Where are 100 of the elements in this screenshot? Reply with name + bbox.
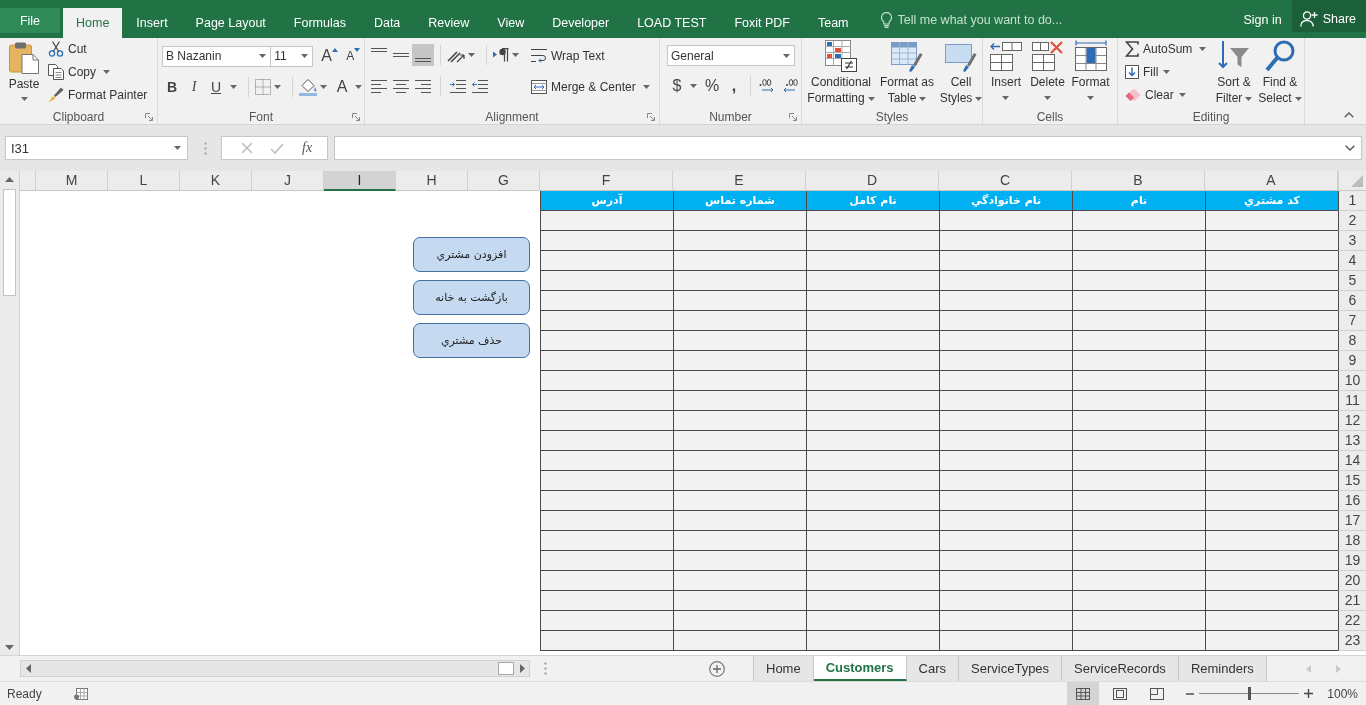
caret-icon[interactable] bbox=[512, 53, 519, 57]
caret-icon[interactable] bbox=[1044, 96, 1051, 100]
table-cell[interactable] bbox=[673, 451, 806, 471]
table-cell[interactable] bbox=[540, 391, 673, 411]
row-header[interactable]: 5 bbox=[1338, 271, 1366, 291]
table-cell[interactable] bbox=[673, 231, 806, 251]
delete-cells-button[interactable]: Delete bbox=[1026, 38, 1069, 110]
table-cell[interactable] bbox=[1205, 311, 1338, 331]
table-cell[interactable] bbox=[673, 211, 806, 231]
caret-icon[interactable] bbox=[259, 54, 267, 58]
share-button[interactable]: Share bbox=[1291, 0, 1366, 32]
row-header[interactable]: 20 bbox=[1338, 571, 1366, 591]
table-cell[interactable] bbox=[540, 411, 673, 431]
table-cell[interactable] bbox=[673, 611, 806, 631]
ribbon-tab[interactable]: Developer bbox=[538, 8, 624, 38]
row-header[interactable]: 2 bbox=[1338, 211, 1366, 231]
caret-icon[interactable] bbox=[274, 85, 281, 89]
formula-field[interactable] bbox=[334, 136, 1362, 160]
table-cell[interactable] bbox=[1205, 631, 1338, 651]
caret-icon[interactable] bbox=[230, 85, 237, 89]
row-header[interactable]: 13 bbox=[1338, 431, 1366, 451]
table-cell[interactable] bbox=[1205, 251, 1338, 271]
table-cell[interactable] bbox=[1205, 271, 1338, 291]
row-header[interactable]: 12 bbox=[1338, 411, 1366, 431]
sheet-tab[interactable]: Reminders bbox=[1178, 656, 1267, 681]
column-header[interactable]: H bbox=[396, 171, 468, 191]
table-cell[interactable] bbox=[939, 451, 1072, 471]
sheet-tab[interactable]: Cars bbox=[906, 656, 960, 681]
name-box[interactable]: I31 bbox=[5, 136, 188, 160]
table-cell[interactable] bbox=[806, 311, 939, 331]
table-cell[interactable] bbox=[673, 511, 806, 531]
row-header[interactable]: 19 bbox=[1338, 551, 1366, 571]
table-cell[interactable] bbox=[673, 391, 806, 411]
table-cell[interactable] bbox=[806, 611, 939, 631]
table-cell[interactable] bbox=[806, 451, 939, 471]
caret-icon[interactable] bbox=[20, 97, 28, 101]
ribbon-tab[interactable]: View bbox=[483, 8, 539, 38]
caret-icon[interactable] bbox=[300, 54, 308, 58]
font-size-field[interactable]: 11 bbox=[270, 45, 313, 67]
table-cell[interactable] bbox=[673, 251, 806, 271]
row-header[interactable]: 15 bbox=[1338, 471, 1366, 491]
table-cell[interactable] bbox=[1205, 211, 1338, 231]
merge-center-button[interactable]: Merge & Center bbox=[530, 75, 637, 98]
table-cell[interactable] bbox=[1072, 311, 1205, 331]
dialog-launcher-icon[interactable] bbox=[647, 113, 655, 121]
grow-font-button[interactable]: A bbox=[318, 45, 341, 67]
column-header[interactable]: G bbox=[468, 171, 540, 191]
scroll-right-icon[interactable] bbox=[520, 664, 525, 673]
table-cell[interactable] bbox=[939, 531, 1072, 551]
clear-button[interactable]: Clear bbox=[1124, 83, 1212, 106]
table-cell[interactable] bbox=[806, 371, 939, 391]
table-cell[interactable] bbox=[1072, 391, 1205, 411]
table-cell[interactable] bbox=[939, 631, 1072, 651]
row-header[interactable]: 18 bbox=[1338, 531, 1366, 551]
row-header[interactable]: 11 bbox=[1338, 391, 1366, 411]
row-header[interactable]: 7 bbox=[1338, 311, 1366, 331]
zoom-in-icon[interactable] bbox=[1304, 689, 1314, 698]
table-cell[interactable] bbox=[939, 511, 1072, 531]
caret-icon[interactable] bbox=[1163, 69, 1171, 74]
table-cell[interactable] bbox=[1072, 211, 1205, 231]
row-header[interactable]: 21 bbox=[1338, 591, 1366, 611]
ribbon-tab[interactable]: LOAD TEST bbox=[623, 8, 721, 38]
chevron-down-icon[interactable] bbox=[1345, 145, 1355, 151]
row-header[interactable]: 16 bbox=[1338, 491, 1366, 511]
splitter-handle-icon[interactable] bbox=[544, 662, 547, 675]
table-cell[interactable] bbox=[540, 291, 673, 311]
table-cell[interactable] bbox=[1072, 431, 1205, 451]
table-cell[interactable] bbox=[540, 491, 673, 511]
table-cell[interactable] bbox=[806, 531, 939, 551]
table-cell[interactable] bbox=[806, 211, 939, 231]
table-cell[interactable] bbox=[939, 271, 1072, 291]
table-cell[interactable] bbox=[1205, 611, 1338, 631]
column-header[interactable]: A bbox=[1205, 171, 1338, 191]
outdent-icon[interactable] bbox=[472, 79, 488, 93]
insert-cells-button[interactable]: Insert bbox=[986, 38, 1026, 110]
table-cell[interactable] bbox=[939, 411, 1072, 431]
table-cell[interactable] bbox=[540, 251, 673, 271]
conditional-formatting-button[interactable]: Conditional Formatting bbox=[806, 38, 876, 110]
table-cell[interactable] bbox=[806, 351, 939, 371]
add-sheet-icon[interactable] bbox=[709, 660, 725, 677]
table-cell[interactable] bbox=[1205, 491, 1338, 511]
caret-icon[interactable] bbox=[1245, 96, 1253, 101]
column-header[interactable]: F bbox=[540, 171, 673, 191]
table-cell[interactable] bbox=[673, 331, 806, 351]
row-header[interactable]: 3 bbox=[1338, 231, 1366, 251]
caret-icon[interactable] bbox=[783, 53, 790, 58]
table-cell[interactable] bbox=[1072, 371, 1205, 391]
table-cell[interactable] bbox=[1072, 511, 1205, 531]
table-cell[interactable] bbox=[1205, 571, 1338, 591]
zoom-out-icon[interactable] bbox=[1186, 692, 1195, 695]
column-header[interactable]: C bbox=[939, 171, 1072, 191]
table-cell[interactable] bbox=[1205, 531, 1338, 551]
sheet-button[interactable]: افزودن مشتري bbox=[413, 237, 530, 272]
table-cell[interactable] bbox=[1205, 411, 1338, 431]
table-cell[interactable] bbox=[939, 331, 1072, 351]
table-cell[interactable] bbox=[1072, 331, 1205, 351]
comma-style-button[interactable]: , bbox=[724, 75, 744, 97]
caret-icon[interactable] bbox=[1178, 92, 1186, 97]
table-cell[interactable] bbox=[806, 251, 939, 271]
caret-icon[interactable] bbox=[1199, 46, 1207, 51]
